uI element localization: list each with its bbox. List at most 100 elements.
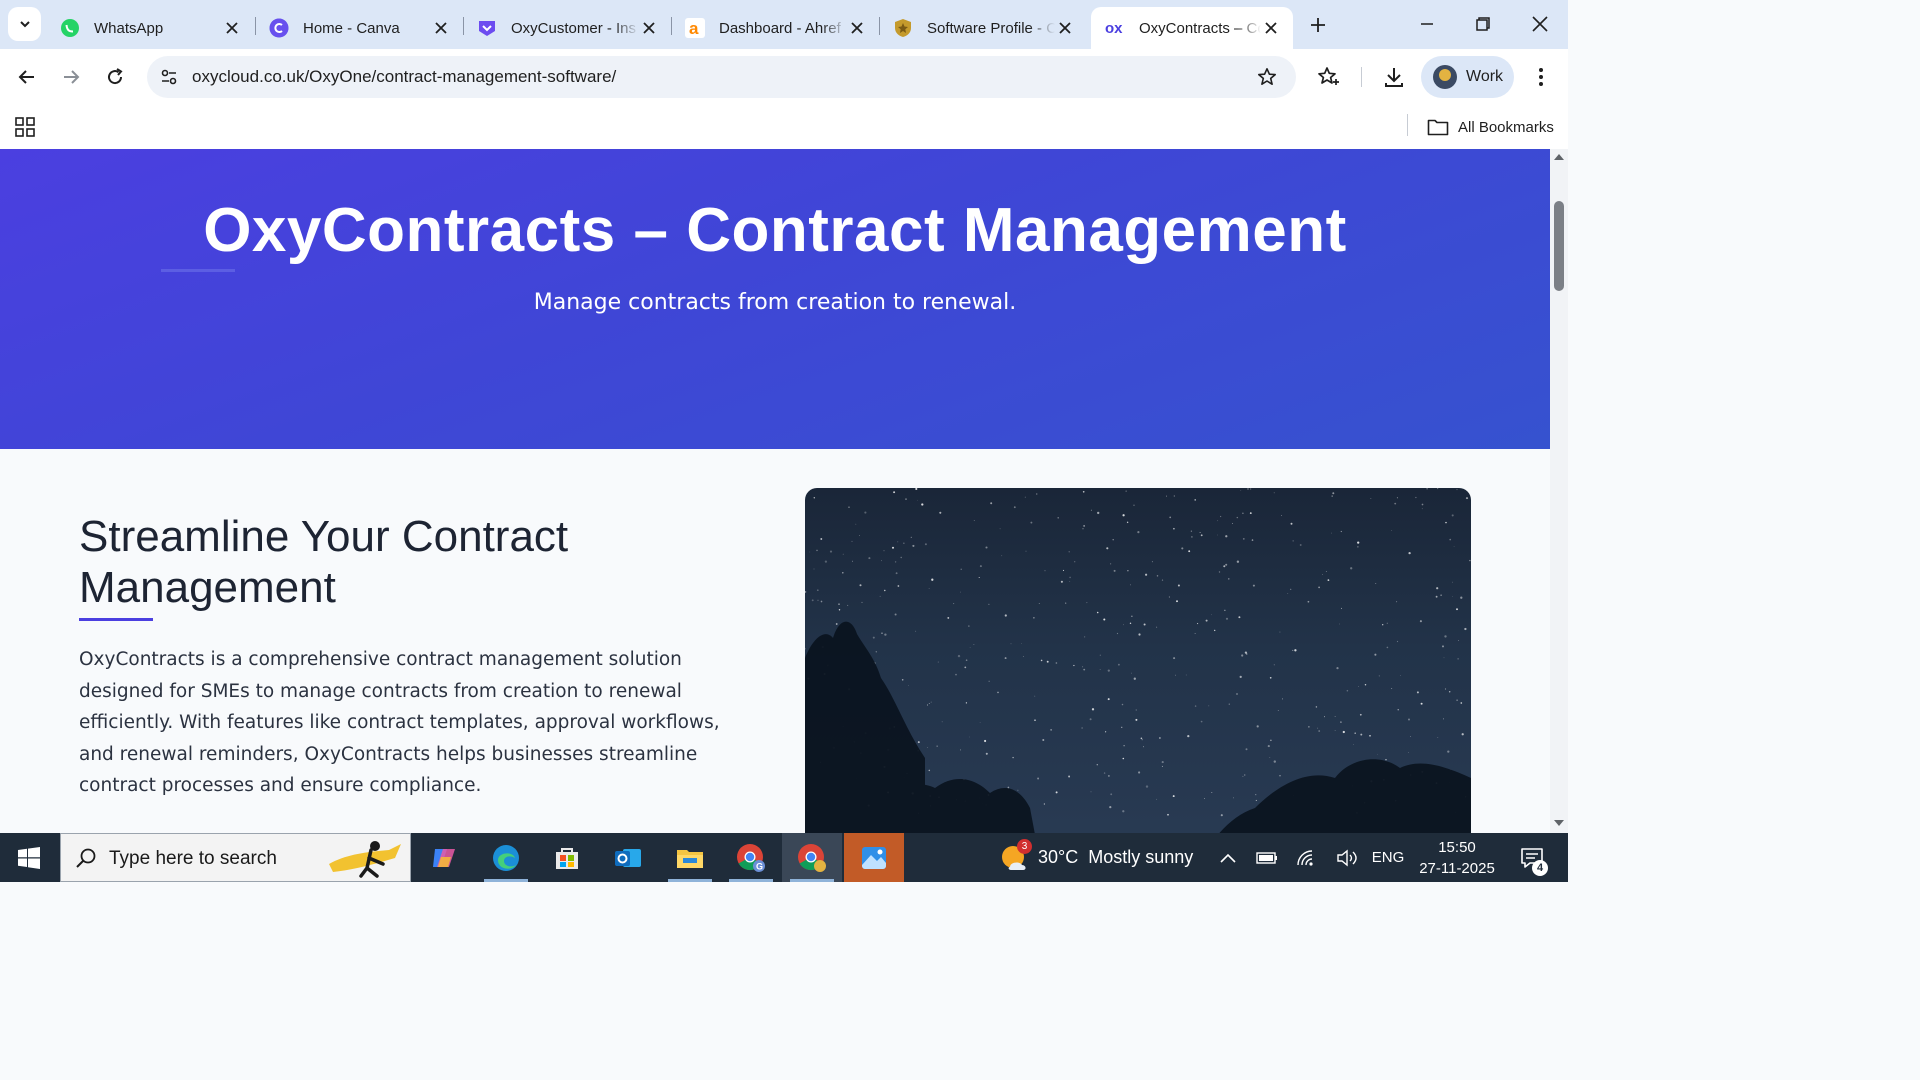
show-hidden-icons-button[interactable]: [1214, 833, 1242, 882]
chrome-profile-app[interactable]: G: [721, 833, 781, 882]
volume-button[interactable]: [1332, 833, 1362, 882]
site-info-icon[interactable]: [157, 65, 181, 89]
page-viewport: OxyContracts – Contract Management Manag…: [0, 149, 1550, 833]
bookmarks-bar: All Bookmarks: [0, 105, 1568, 149]
stars-image: [805, 488, 1471, 833]
tab-title: Dashboard - Ahref: [719, 19, 841, 37]
sun-cloud-icon: 3: [1000, 838, 1032, 873]
reload-button[interactable]: [99, 61, 131, 93]
star-list-icon: [1318, 67, 1339, 85]
hero-banner: OxyContracts – Contract Management Manag…: [0, 149, 1550, 449]
profile-label: Work: [1466, 68, 1504, 85]
close-icon[interactable]: [1055, 18, 1075, 38]
running-indicator: [668, 879, 712, 882]
photos-icon: [862, 846, 886, 869]
store-app[interactable]: [537, 833, 597, 882]
close-icon[interactable]: [847, 18, 867, 38]
speaker-icon: [1337, 849, 1357, 866]
scroll-up-icon[interactable]: [1553, 152, 1565, 162]
tab-software-profile[interactable]: Software Profile - C: [879, 7, 1087, 49]
svg-text:G: G: [756, 861, 763, 871]
weather-widget[interactable]: 3 30°C Mostly sunny: [1000, 833, 1193, 882]
start-button[interactable]: [0, 833, 58, 882]
hero-title-underline: [161, 269, 235, 272]
arrow-right-icon: [64, 70, 80, 84]
clock-time: 15:50: [1438, 839, 1476, 856]
tab-oxycontracts[interactable]: ox OxyContracts – Co: [1091, 7, 1293, 49]
ahrefs-icon: a: [685, 18, 705, 38]
outlook-app[interactable]: [598, 833, 658, 882]
running-indicator: [484, 879, 528, 882]
download-icon: [1385, 68, 1403, 87]
tab-search-button[interactable]: [8, 7, 41, 41]
minimize-button[interactable]: [1407, 8, 1447, 40]
outlook-icon: [615, 848, 641, 867]
scroll-down-icon[interactable]: [1553, 818, 1565, 828]
language-indicator[interactable]: ENG: [1368, 833, 1408, 882]
oxy-logo-icon: ox: [1105, 18, 1125, 38]
profile-button[interactable]: Work: [1421, 56, 1514, 98]
restore-button[interactable]: [1463, 8, 1503, 40]
battery-icon: [1256, 851, 1277, 864]
address-bar[interactable]: oxycloud.co.uk/OxyOne/contract-managemen…: [147, 56, 1296, 98]
battery-button[interactable]: [1252, 833, 1282, 882]
chevron-up-icon: [1220, 853, 1236, 863]
weather-badge: 3: [1017, 838, 1032, 854]
close-icon[interactable]: [639, 18, 659, 38]
tab-whatsapp[interactable]: WhatsApp: [46, 7, 254, 49]
edge-icon: [493, 844, 519, 871]
bookmark-star-icon[interactable]: [1256, 66, 1278, 88]
close-icon[interactable]: [1261, 18, 1281, 38]
notification-center-button[interactable]: 4: [1512, 833, 1552, 882]
copilot-icon: [433, 848, 455, 867]
heading-accent-bar: [79, 618, 153, 621]
tab-title: OxyCustomer - Ins: [511, 19, 637, 37]
clock[interactable]: 15:50 27-11-2025: [1412, 837, 1502, 879]
section-heading: Streamline Your Contract Management: [79, 512, 569, 612]
search-highlight-art: [329, 841, 401, 878]
chrome-app[interactable]: [782, 833, 842, 882]
close-icon: [1532, 16, 1548, 32]
hero-title: OxyContracts – Contract Management: [203, 196, 1347, 265]
search-placeholder: Type here to search: [109, 848, 277, 869]
minimize-icon: [1421, 23, 1433, 25]
downloads-button[interactable]: [1379, 62, 1409, 92]
running-indicator: [729, 879, 773, 882]
chevron-down-icon: [19, 21, 30, 28]
apps-grid-icon[interactable]: [14, 116, 36, 138]
close-icon[interactable]: [222, 18, 242, 38]
photos-app[interactable]: [844, 833, 904, 882]
url-text[interactable]: oxycloud.co.uk/OxyOne/contract-managemen…: [192, 67, 616, 87]
scrollbar-thumb[interactable]: [1554, 201, 1564, 291]
network-button[interactable]: [1292, 833, 1322, 882]
avatar: [1433, 65, 1457, 89]
weather-temperature: 30°C: [1038, 847, 1079, 867]
all-bookmarks-button[interactable]: All Bookmarks: [1427, 112, 1554, 142]
edge-app[interactable]: [476, 833, 536, 882]
file-explorer-app[interactable]: [660, 833, 720, 882]
menu-button[interactable]: [1526, 62, 1556, 92]
night-sky-image: [805, 488, 1471, 833]
search-icon: [76, 848, 96, 868]
tab-canva[interactable]: Home - Canva: [255, 7, 463, 49]
wifi-icon: [1297, 849, 1313, 866]
weather-description: Mostly sunny: [1088, 847, 1194, 867]
forward-button[interactable]: [55, 61, 87, 93]
tab-strip: WhatsApp Home - Canva OxyCustomer - Ins …: [0, 0, 1568, 49]
svg-text:a: a: [689, 19, 699, 38]
close-window-button[interactable]: [1520, 8, 1560, 40]
tab-ahrefs[interactable]: a Dashboard - Ahref: [671, 7, 879, 49]
new-tab-button[interactable]: [1305, 12, 1331, 38]
tab-oxycustomer[interactable]: OxyCustomer - Ins: [463, 7, 671, 49]
notification-count: 4: [1532, 860, 1548, 876]
back-button[interactable]: [11, 61, 43, 93]
close-icon[interactable]: [431, 18, 451, 38]
plus-icon: [1311, 18, 1325, 32]
favorites-button[interactable]: [1313, 62, 1343, 92]
taskbar-search-box[interactable]: Type here to search: [60, 833, 411, 882]
whatsapp-icon: [60, 18, 80, 38]
chrome-profile-icon: G: [737, 843, 765, 872]
tab-title: Software Profile - C: [927, 19, 1055, 37]
page-scrollbar[interactable]: [1550, 149, 1568, 833]
copilot-app[interactable]: [414, 833, 474, 882]
